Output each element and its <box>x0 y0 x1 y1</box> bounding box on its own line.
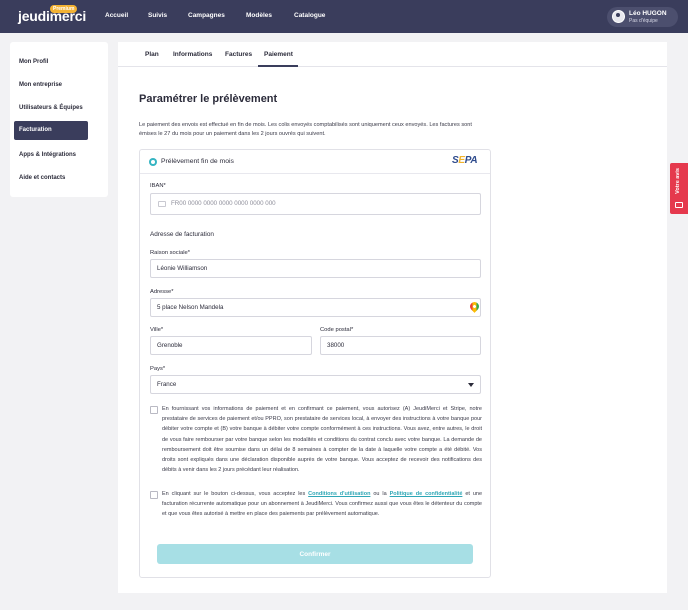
tab-factures[interactable]: Factures <box>225 51 252 58</box>
iban-placeholder: FR00 0000 0000 0000 0000 0000 000 <box>171 200 276 207</box>
country-label: Pays* <box>150 366 166 372</box>
sidebar-item-entreprise[interactable]: Mon entreprise <box>14 76 88 95</box>
feedback-tab[interactable]: Votre avis <box>670 163 688 214</box>
user-team: Pas d'équipe <box>629 18 658 24</box>
terms-checkbox[interactable] <box>150 491 158 499</box>
sidebar-item-apps[interactable]: Apps & Intégrations <box>14 146 88 165</box>
mandate-text: En fournissant vos informations de paiem… <box>162 406 482 474</box>
country-value: France <box>157 381 177 388</box>
map-pin-icon <box>468 300 481 313</box>
address-input[interactable]: 5 place Nelson Mandela <box>150 298 481 317</box>
user-name: Léo HUGON <box>629 10 667 17</box>
zip-label: Code postal* <box>320 327 354 333</box>
sidebar-item-aide[interactable]: Aide et contacts <box>14 169 88 188</box>
terms-text: En cliquant sur le bouton ci-dessus, vou… <box>162 491 482 518</box>
message-icon <box>675 202 683 208</box>
nav-item-campagnes[interactable]: Campagnes <box>188 12 225 19</box>
tab-plan[interactable]: Plan <box>145 51 159 58</box>
sidebar-item-facturation[interactable]: Facturation <box>14 121 88 140</box>
zip-input[interactable]: 38000 <box>320 336 481 355</box>
feedback-label: Votre avis <box>675 168 681 194</box>
company-label: Raison sociale* <box>150 250 190 256</box>
intro-text: Le paiement des envois est effectué en f… <box>139 122 472 138</box>
company-input[interactable]: Léonie Williamson <box>150 259 481 278</box>
tab-paiement[interactable]: Paiement <box>264 51 293 58</box>
city-label: Ville* <box>150 327 164 333</box>
terms-link[interactable]: Conditions d'utilisation <box>308 491 370 497</box>
payment-method-header: Prélèvement fin de mois SEPA <box>140 150 490 174</box>
sepa-logo: SEPA <box>452 155 478 166</box>
iban-input[interactable]: FR00 0000 0000 0000 0000 0000 000 <box>150 193 481 215</box>
tab-informations[interactable]: Informations <box>173 51 212 58</box>
billing-address-heading: Adresse de facturation <box>150 231 214 238</box>
city-input[interactable]: Grenoble <box>150 336 312 355</box>
sidebar-item-utilisateurs[interactable]: Utilisateurs & Équipes <box>14 99 88 118</box>
active-tab-indicator <box>258 65 298 67</box>
payment-card: Prélèvement fin de mois SEPA IBAN* FR00 … <box>139 149 491 578</box>
avatar <box>612 10 625 23</box>
premium-badge: Premium <box>50 5 78 13</box>
confirm-button[interactable]: Confirmer <box>157 544 473 564</box>
settings-sidebar: Mon Profil Mon entreprise Utilisateurs &… <box>10 42 108 197</box>
billing-tabs: Plan Informations Factures Paiement <box>118 42 667 67</box>
chevron-down-icon <box>468 383 474 387</box>
address-value: 5 place Nelson Mandela <box>157 304 224 311</box>
privacy-link[interactable]: Politique de confidentialité <box>390 491 463 497</box>
nav-item-accueil[interactable]: Accueil <box>105 12 128 19</box>
payment-method-label: Prélèvement fin de mois <box>161 158 234 165</box>
iban-label: IBAN* <box>150 183 166 189</box>
country-select[interactable]: France <box>150 375 481 394</box>
address-label: Adresse* <box>150 289 174 295</box>
user-menu[interactable]: Léo HUGON Pas d'équipe <box>607 7 678 27</box>
top-navigation-bar: jeudimerci Premium Accueil Suivis Campag… <box>0 0 688 33</box>
card-icon <box>158 201 166 207</box>
sidebar-item-profil[interactable]: Mon Profil <box>14 53 88 72</box>
mandate-checkbox[interactable] <box>150 406 158 414</box>
nav-item-catalogue[interactable]: Catalogue <box>294 12 325 19</box>
nav-item-modeles[interactable]: Modèles <box>246 12 272 19</box>
nav-item-suivis[interactable]: Suivis <box>148 12 167 19</box>
payment-method-radio[interactable] <box>149 158 157 166</box>
page-title: Paramétrer le prélèvement <box>139 93 278 105</box>
